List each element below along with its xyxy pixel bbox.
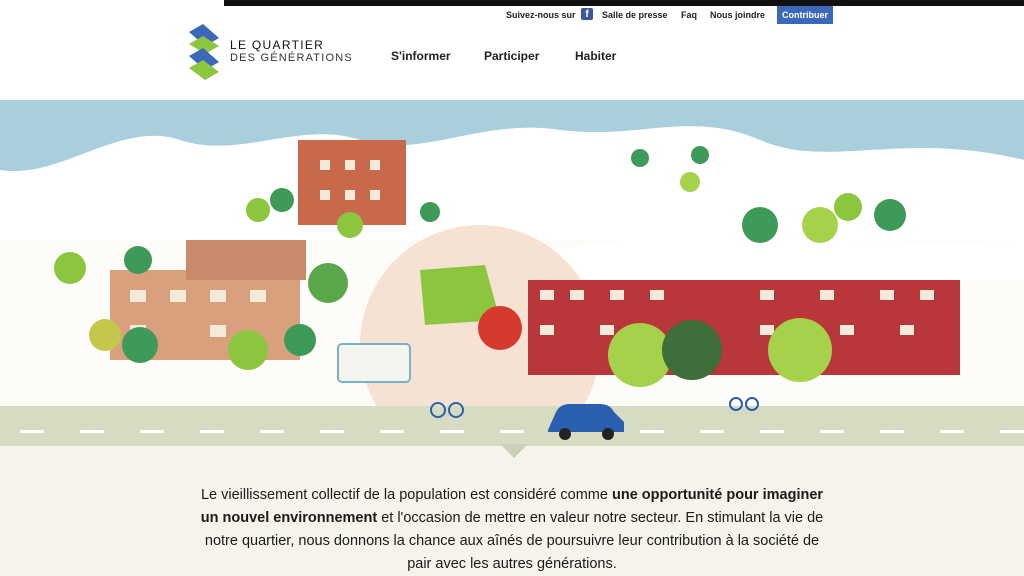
intro-text-part1: Le vieillissement collectif de la popula… xyxy=(200,487,612,503)
contact-link[interactable]: Nous joindre xyxy=(710,7,765,23)
utility-nav: Suivez-nous sur f Salle de presse Faq No… xyxy=(0,7,1024,25)
right-apartment-building xyxy=(528,280,960,375)
nav-item-habiter[interactable]: Habiter xyxy=(575,49,616,63)
intro-paragraph: Le vieillissement collectif de la popula… xyxy=(200,484,824,576)
nav-item-participer[interactable]: Participer xyxy=(484,49,539,63)
nav-item-sinformer[interactable]: S'informer xyxy=(391,49,451,63)
brand-name-line1[interactable]: LE QUARTIER xyxy=(230,38,324,52)
hero-illustration xyxy=(0,100,1024,446)
follow-us-label: Suivez-nous sur xyxy=(506,10,576,20)
press-room-link[interactable]: Salle de presse xyxy=(602,7,668,23)
faq-link[interactable]: Faq xyxy=(681,7,697,23)
brand-name-line2[interactable]: DES GÉNÉRATIONS xyxy=(230,52,353,64)
logo-icon[interactable] xyxy=(189,24,219,80)
road xyxy=(0,406,1024,446)
facebook-icon[interactable]: f xyxy=(581,8,593,20)
section-pointer xyxy=(500,444,528,458)
top-black-bar xyxy=(224,0,1024,6)
contribute-button[interactable]: Contribuer xyxy=(777,6,833,24)
